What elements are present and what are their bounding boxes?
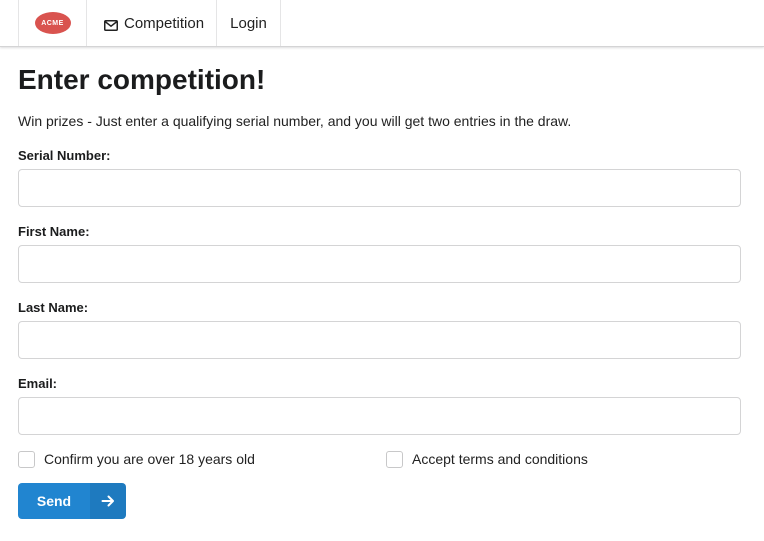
top-navbar: ACME Competition Login xyxy=(0,0,764,47)
serial-number-input[interactable] xyxy=(18,169,741,207)
acme-logo: ACME xyxy=(34,12,71,34)
nav-menu: ACME Competition Login xyxy=(18,0,281,46)
age-confirm-checkbox[interactable] xyxy=(18,450,35,468)
last-name-label: Last Name: xyxy=(18,300,89,315)
nav-login-label: Login xyxy=(230,14,267,32)
terms-checkbox[interactable] xyxy=(386,450,403,468)
nav-logo-item[interactable]: ACME xyxy=(18,0,86,46)
serial-number-label: Serial Number: xyxy=(18,148,111,163)
last-name-input[interactable] xyxy=(18,321,741,359)
send-button[interactable]: Send xyxy=(18,483,126,519)
logo-text: ACME xyxy=(41,19,64,27)
nav-competition-label: Competition xyxy=(124,14,205,32)
age-confirm-label: Confirm you are over 18 years old xyxy=(44,451,255,467)
send-button-label: Send xyxy=(36,493,72,509)
email-input[interactable] xyxy=(18,397,741,435)
arrow-right-icon xyxy=(90,483,126,519)
nav-login-link[interactable]: Login xyxy=(216,0,281,46)
terms-label: Accept terms and conditions xyxy=(412,451,588,467)
envelope-icon xyxy=(104,18,118,31)
page-title: Enter competition! xyxy=(18,64,266,95)
intro-text: Win prizes - Just enter a qualifying ser… xyxy=(18,113,572,129)
email-label: Email: xyxy=(18,376,58,391)
terms-row[interactable]: Accept terms and conditions xyxy=(386,450,588,468)
first-name-input[interactable] xyxy=(18,245,741,283)
first-name-label: First Name: xyxy=(18,224,90,239)
nav-competition-link[interactable]: Competition xyxy=(86,0,216,46)
age-confirm-row[interactable]: Confirm you are over 18 years old xyxy=(18,450,255,468)
